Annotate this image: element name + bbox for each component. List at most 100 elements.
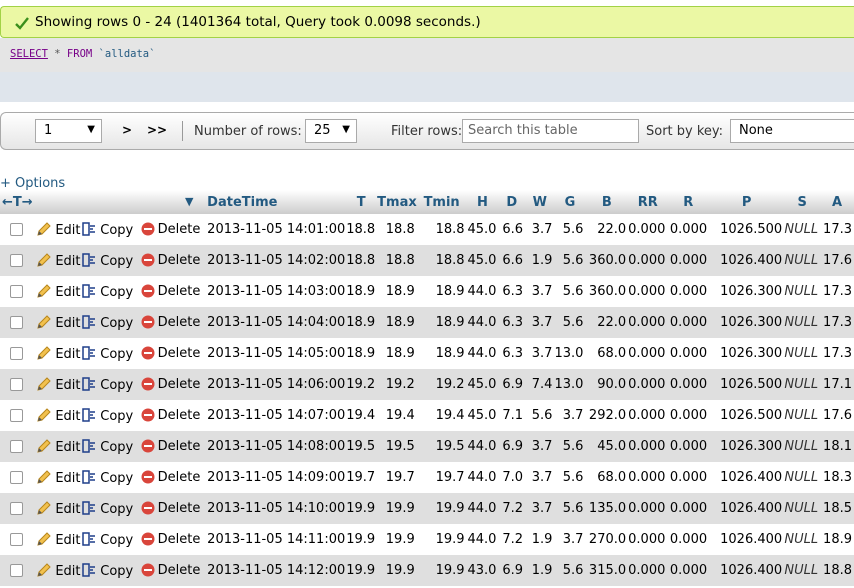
cell-g[interactable]: 3.7 (554, 400, 586, 431)
delete-action[interactable]: Delete (140, 493, 206, 524)
next-page-button[interactable]: > (122, 123, 132, 137)
edit-action[interactable]: Edit (30, 307, 82, 338)
column-header-rr[interactable]: RR (628, 190, 668, 214)
cell-s[interactable]: NULL (784, 400, 821, 431)
column-header-h[interactable]: H (466, 190, 499, 214)
edit-action[interactable]: Edit (30, 524, 82, 555)
cell-datetime[interactable]: 2013-11-05 14:08:00 (205, 431, 346, 462)
cell-datetime[interactable]: 2013-11-05 14:12:00 (205, 555, 346, 586)
column-header-d[interactable]: D (498, 190, 526, 214)
cell-s[interactable]: NULL (784, 245, 821, 276)
cell-a[interactable]: 18.9 (820, 524, 854, 555)
cell-tmax[interactable]: 19.9 (377, 493, 417, 524)
cell-tmax[interactable]: 19.9 (377, 524, 417, 555)
cell-r[interactable]: 0.000 (667, 493, 710, 524)
options-toggle[interactable]: + Options (0, 176, 65, 191)
cell-b[interactable]: 45.0 (585, 431, 629, 462)
row-checkbox[interactable] (10, 285, 23, 298)
column-header-t[interactable]: T (345, 190, 378, 214)
cell-r[interactable]: 0.000 (667, 524, 710, 555)
row-checkbox[interactable] (10, 223, 23, 236)
delete-action[interactable]: Delete (140, 369, 206, 400)
cell-t[interactable]: 19.9 (345, 524, 378, 555)
cell-datetime[interactable]: 2013-11-05 14:11:00 (205, 524, 346, 555)
column-resize-header[interactable]: ←T→ ▼ (0, 190, 206, 214)
cell-r[interactable]: 0.000 (667, 276, 710, 307)
cell-tmin[interactable]: 18.9 (416, 307, 467, 338)
cell-w[interactable]: 3.7 (525, 462, 555, 493)
copy-action[interactable]: Copy (81, 493, 141, 524)
cell-t[interactable]: 19.2 (345, 369, 378, 400)
cell-r[interactable]: 0.000 (667, 462, 710, 493)
edit-action[interactable]: Edit (30, 214, 82, 245)
row-checkbox[interactable] (10, 440, 23, 453)
cell-b[interactable]: 292.0 (585, 400, 629, 431)
cell-datetime[interactable]: 2013-11-05 14:06:00 (205, 369, 346, 400)
cell-h[interactable]: 44.0 (466, 276, 499, 307)
cell-s[interactable]: NULL (784, 555, 821, 586)
delete-action[interactable]: Delete (140, 245, 206, 276)
cell-r[interactable]: 0.000 (667, 338, 710, 369)
cell-d[interactable]: 7.2 (498, 493, 526, 524)
cell-g[interactable]: 5.6 (554, 307, 586, 338)
edit-action[interactable]: Edit (30, 555, 82, 586)
cell-a[interactable]: 17.3 (820, 307, 854, 338)
cell-p[interactable]: 1026.300 (709, 338, 785, 369)
column-header-r[interactable]: R (667, 190, 710, 214)
cell-g[interactable]: 5.6 (554, 462, 586, 493)
column-header-w[interactable]: W (525, 190, 555, 214)
column-header-p[interactable]: P (709, 190, 785, 214)
cell-b[interactable]: 68.0 (585, 462, 629, 493)
edit-action[interactable]: Edit (30, 462, 82, 493)
cell-tmax[interactable]: 18.9 (377, 276, 417, 307)
cell-w[interactable]: 3.7 (525, 276, 555, 307)
cell-tmax[interactable]: 19.5 (377, 431, 417, 462)
cell-d[interactable]: 6.6 (498, 245, 526, 276)
row-checkbox[interactable] (10, 564, 23, 577)
cell-b[interactable]: 360.0 (585, 276, 629, 307)
copy-action[interactable]: Copy (81, 307, 141, 338)
row-checkbox[interactable] (10, 347, 23, 360)
cell-h[interactable]: 44.0 (466, 431, 499, 462)
cell-h[interactable]: 45.0 (466, 245, 499, 276)
cell-a[interactable]: 18.1 (820, 431, 854, 462)
cell-tmax[interactable]: 18.9 (377, 307, 417, 338)
cell-p[interactable]: 1026.400 (709, 555, 785, 586)
cell-rr[interactable]: 0.000 (628, 524, 668, 555)
row-checkbox[interactable] (10, 409, 23, 422)
cell-rr[interactable]: 0.000 (628, 431, 668, 462)
cell-b[interactable]: 360.0 (585, 245, 629, 276)
cell-h[interactable]: 44.0 (466, 307, 499, 338)
cell-tmin[interactable]: 19.9 (416, 524, 467, 555)
cell-datetime[interactable]: 2013-11-05 14:01:00 (205, 214, 346, 245)
cell-d[interactable]: 7.0 (498, 462, 526, 493)
cell-tmin[interactable]: 18.8 (416, 245, 467, 276)
cell-tmin[interactable]: 19.4 (416, 400, 467, 431)
cell-t[interactable]: 18.9 (345, 338, 378, 369)
delete-action[interactable]: Delete (140, 214, 206, 245)
cell-tmax[interactable]: 19.4 (377, 400, 417, 431)
cell-w[interactable]: 3.7 (525, 307, 555, 338)
cell-s[interactable]: NULL (784, 462, 821, 493)
cell-h[interactable]: 44.0 (466, 493, 499, 524)
cell-r[interactable]: 0.000 (667, 307, 710, 338)
cell-t[interactable]: 19.9 (345, 493, 378, 524)
cell-w[interactable]: 1.9 (525, 245, 555, 276)
cell-t[interactable]: 19.4 (345, 400, 378, 431)
sort-key-select[interactable]: None (730, 119, 854, 143)
cell-tmax[interactable]: 19.9 (377, 555, 417, 586)
cell-p[interactable]: 1026.500 (709, 369, 785, 400)
cell-rr[interactable]: 0.000 (628, 307, 668, 338)
cell-h[interactable]: 45.0 (466, 400, 499, 431)
cell-tmin[interactable]: 18.8 (416, 214, 467, 245)
cell-g[interactable]: 5.6 (554, 431, 586, 462)
num-rows-select[interactable]: 25 ▼ (305, 119, 357, 143)
column-header-datetime[interactable]: DateTime (205, 190, 346, 214)
cell-a[interactable]: 17.3 (820, 276, 854, 307)
cell-a[interactable]: 17.3 (820, 338, 854, 369)
cell-d[interactable]: 6.6 (498, 214, 526, 245)
cell-p[interactable]: 1026.400 (709, 462, 785, 493)
cell-tmin[interactable]: 19.5 (416, 431, 467, 462)
copy-action[interactable]: Copy (81, 338, 141, 369)
cell-d[interactable]: 7.2 (498, 524, 526, 555)
